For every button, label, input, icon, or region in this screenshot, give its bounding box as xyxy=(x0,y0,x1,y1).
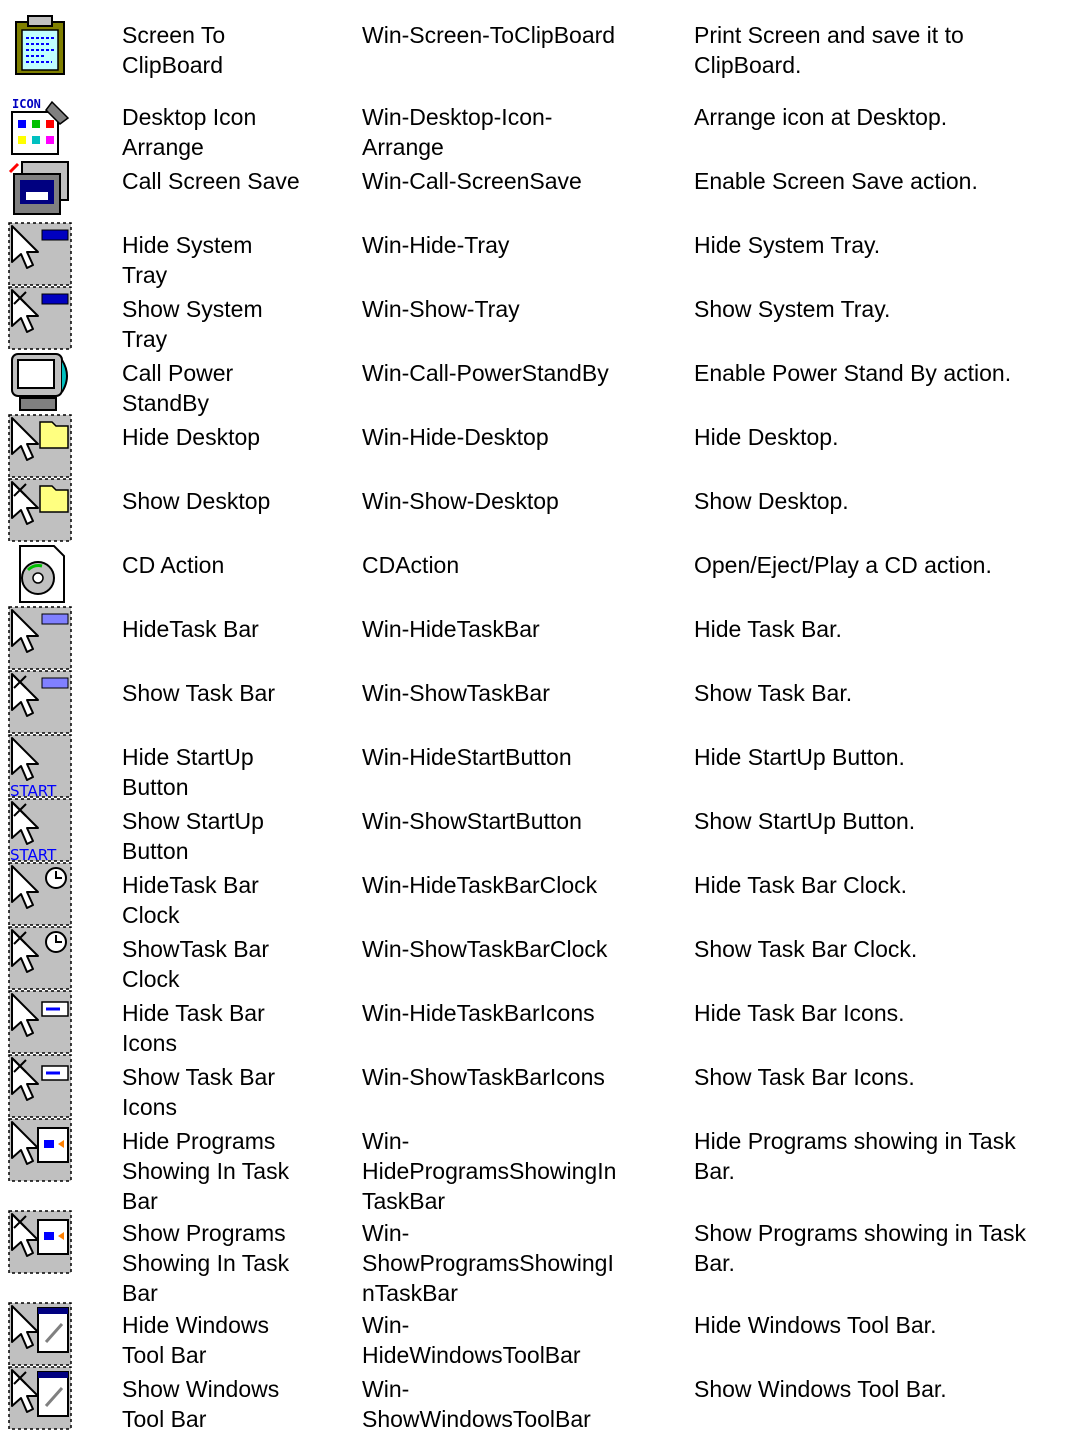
command-id: Win-Hide-Desktop xyxy=(362,424,549,450)
command-description: Show System Tray. xyxy=(694,296,891,322)
command-description: Show StartUp Button. xyxy=(694,808,916,834)
command-name: Show Task Bar Icons xyxy=(122,1064,275,1120)
show-task-bar-icon xyxy=(8,670,72,734)
command-name: Show System Tray xyxy=(122,296,263,352)
command-description: Hide StartUp Button. xyxy=(694,744,905,770)
command-description: Hide Desktop. xyxy=(694,424,839,450)
command-description: Hide System Tray. xyxy=(694,232,881,258)
command-id: Win-Call-PowerStandBy xyxy=(362,360,609,386)
command-id: Win-Screen-ToClipBoard xyxy=(362,22,616,48)
command-description: Show Programs showing in Task Bar. xyxy=(694,1220,1026,1276)
command-description: Hide Task Bar Icons. xyxy=(694,1000,905,1026)
command-description: Hide Windows Tool Bar. xyxy=(694,1312,937,1338)
show-task-bar-icons-icon xyxy=(8,1054,72,1118)
command-description: Show Task Bar Icons. xyxy=(694,1064,915,1090)
show-desktop-icon xyxy=(8,478,72,542)
svg-text:START: START xyxy=(10,782,57,798)
command-id: Win-HideTaskBar xyxy=(362,616,540,642)
desktop-icon-arrange-icon: ICON xyxy=(8,94,72,158)
show-start-button-icon: START xyxy=(8,798,72,862)
command-name: Hide StartUp Button xyxy=(122,744,254,800)
command-name: Hide Windows Tool Bar xyxy=(122,1312,269,1368)
command-id: Win- ShowProgramsShowingI nTaskBar xyxy=(362,1220,614,1306)
command-description: Hide Task Bar. xyxy=(694,616,842,642)
command-id: Win- HideWindowsToolBar xyxy=(362,1312,581,1368)
clipboard-icon xyxy=(8,12,72,76)
command-id: Win-Call-ScreenSave xyxy=(362,168,582,194)
command-description: Arrange icon at Desktop. xyxy=(694,104,948,130)
command-name: Hide Desktop xyxy=(122,424,261,450)
screen-save-icon xyxy=(8,158,72,222)
command-id: Win-HideTaskBarIcons xyxy=(362,1000,595,1026)
command-id: Win-Desktop-Icon- Arrange xyxy=(362,104,553,160)
command-name: Show Programs Showing In Task Bar xyxy=(122,1220,290,1306)
command-id: Win-ShowStartButton xyxy=(362,808,582,834)
command-id: Win-ShowTaskBar xyxy=(362,680,550,706)
command-description: Show Windows Tool Bar. xyxy=(694,1376,947,1402)
command-id: Win- ShowWindowsToolBar xyxy=(362,1376,591,1432)
command-description: Show Task Bar. xyxy=(694,680,853,706)
command-description: Show Task Bar Clock. xyxy=(694,936,918,962)
cd-icon xyxy=(8,542,72,606)
svg-text:START: START xyxy=(10,846,57,862)
hide-task-bar-icons-icon xyxy=(8,990,72,1054)
command-name: ShowTask Bar Clock xyxy=(122,936,270,992)
command-name: Call Screen Save xyxy=(122,168,300,194)
show-clock-icon xyxy=(8,926,72,990)
command-description: Open/Eject/Play a CD action. xyxy=(694,552,992,578)
command-description: Enable Power Stand By action. xyxy=(694,360,1012,386)
hide-programs-icon xyxy=(8,1118,72,1182)
command-id: Win- HideProgramsShowingIn TaskBar xyxy=(362,1128,617,1214)
command-name: Show Task Bar xyxy=(122,680,275,706)
hide-system-tray-icon xyxy=(8,222,72,286)
command-name: HideTask Bar Clock xyxy=(122,872,259,928)
command-description: Enable Screen Save action. xyxy=(694,168,978,194)
command-name: Show Windows Tool Bar xyxy=(122,1376,280,1432)
command-name: Show Desktop xyxy=(122,488,271,514)
hide-start-button-icon: START xyxy=(8,734,72,798)
show-toolbar-icon xyxy=(8,1366,72,1430)
command-id: Win-Show-Desktop xyxy=(362,488,559,514)
command-name: Desktop Icon Arrange xyxy=(122,104,257,160)
command-description: Hide Task Bar Clock. xyxy=(694,872,908,898)
command-id: Win-ShowTaskBarIcons xyxy=(362,1064,605,1090)
command-name: Hide Task Bar Icons xyxy=(122,1000,265,1056)
command-id: CDAction xyxy=(362,552,460,578)
command-description: Print Screen and save it to ClipBoard. xyxy=(694,22,964,78)
command-name: Show StartUp Button xyxy=(122,808,264,864)
command-id: Win-Show-Tray xyxy=(362,296,520,322)
monitor-icon xyxy=(8,350,72,414)
command-id: Win-HideStartButton xyxy=(362,744,572,770)
command-name: Screen To ClipBoard xyxy=(122,22,226,78)
hide-clock-icon xyxy=(8,862,72,926)
svg-text:ICON: ICON xyxy=(12,97,41,111)
command-name: CD Action xyxy=(122,552,225,578)
command-id: Win-HideTaskBarClock xyxy=(362,872,598,898)
command-name: Hide Programs Showing In Task Bar xyxy=(122,1128,290,1214)
command-name: HideTask Bar xyxy=(122,616,259,642)
command-id: Win-Hide-Tray xyxy=(362,232,510,258)
hide-task-bar-icon xyxy=(8,606,72,670)
command-description: Hide Programs showing in Task Bar. xyxy=(694,1128,1016,1184)
show-programs-icon xyxy=(8,1210,72,1274)
command-name: Hide System Tray xyxy=(122,232,253,288)
hide-toolbar-icon xyxy=(8,1302,72,1366)
command-name: Call Power StandBy xyxy=(122,360,234,416)
command-description: Show Desktop. xyxy=(694,488,849,514)
command-id: Win-ShowTaskBarClock xyxy=(362,936,608,962)
hide-desktop-icon xyxy=(8,414,72,478)
show-system-tray-icon xyxy=(8,286,72,350)
